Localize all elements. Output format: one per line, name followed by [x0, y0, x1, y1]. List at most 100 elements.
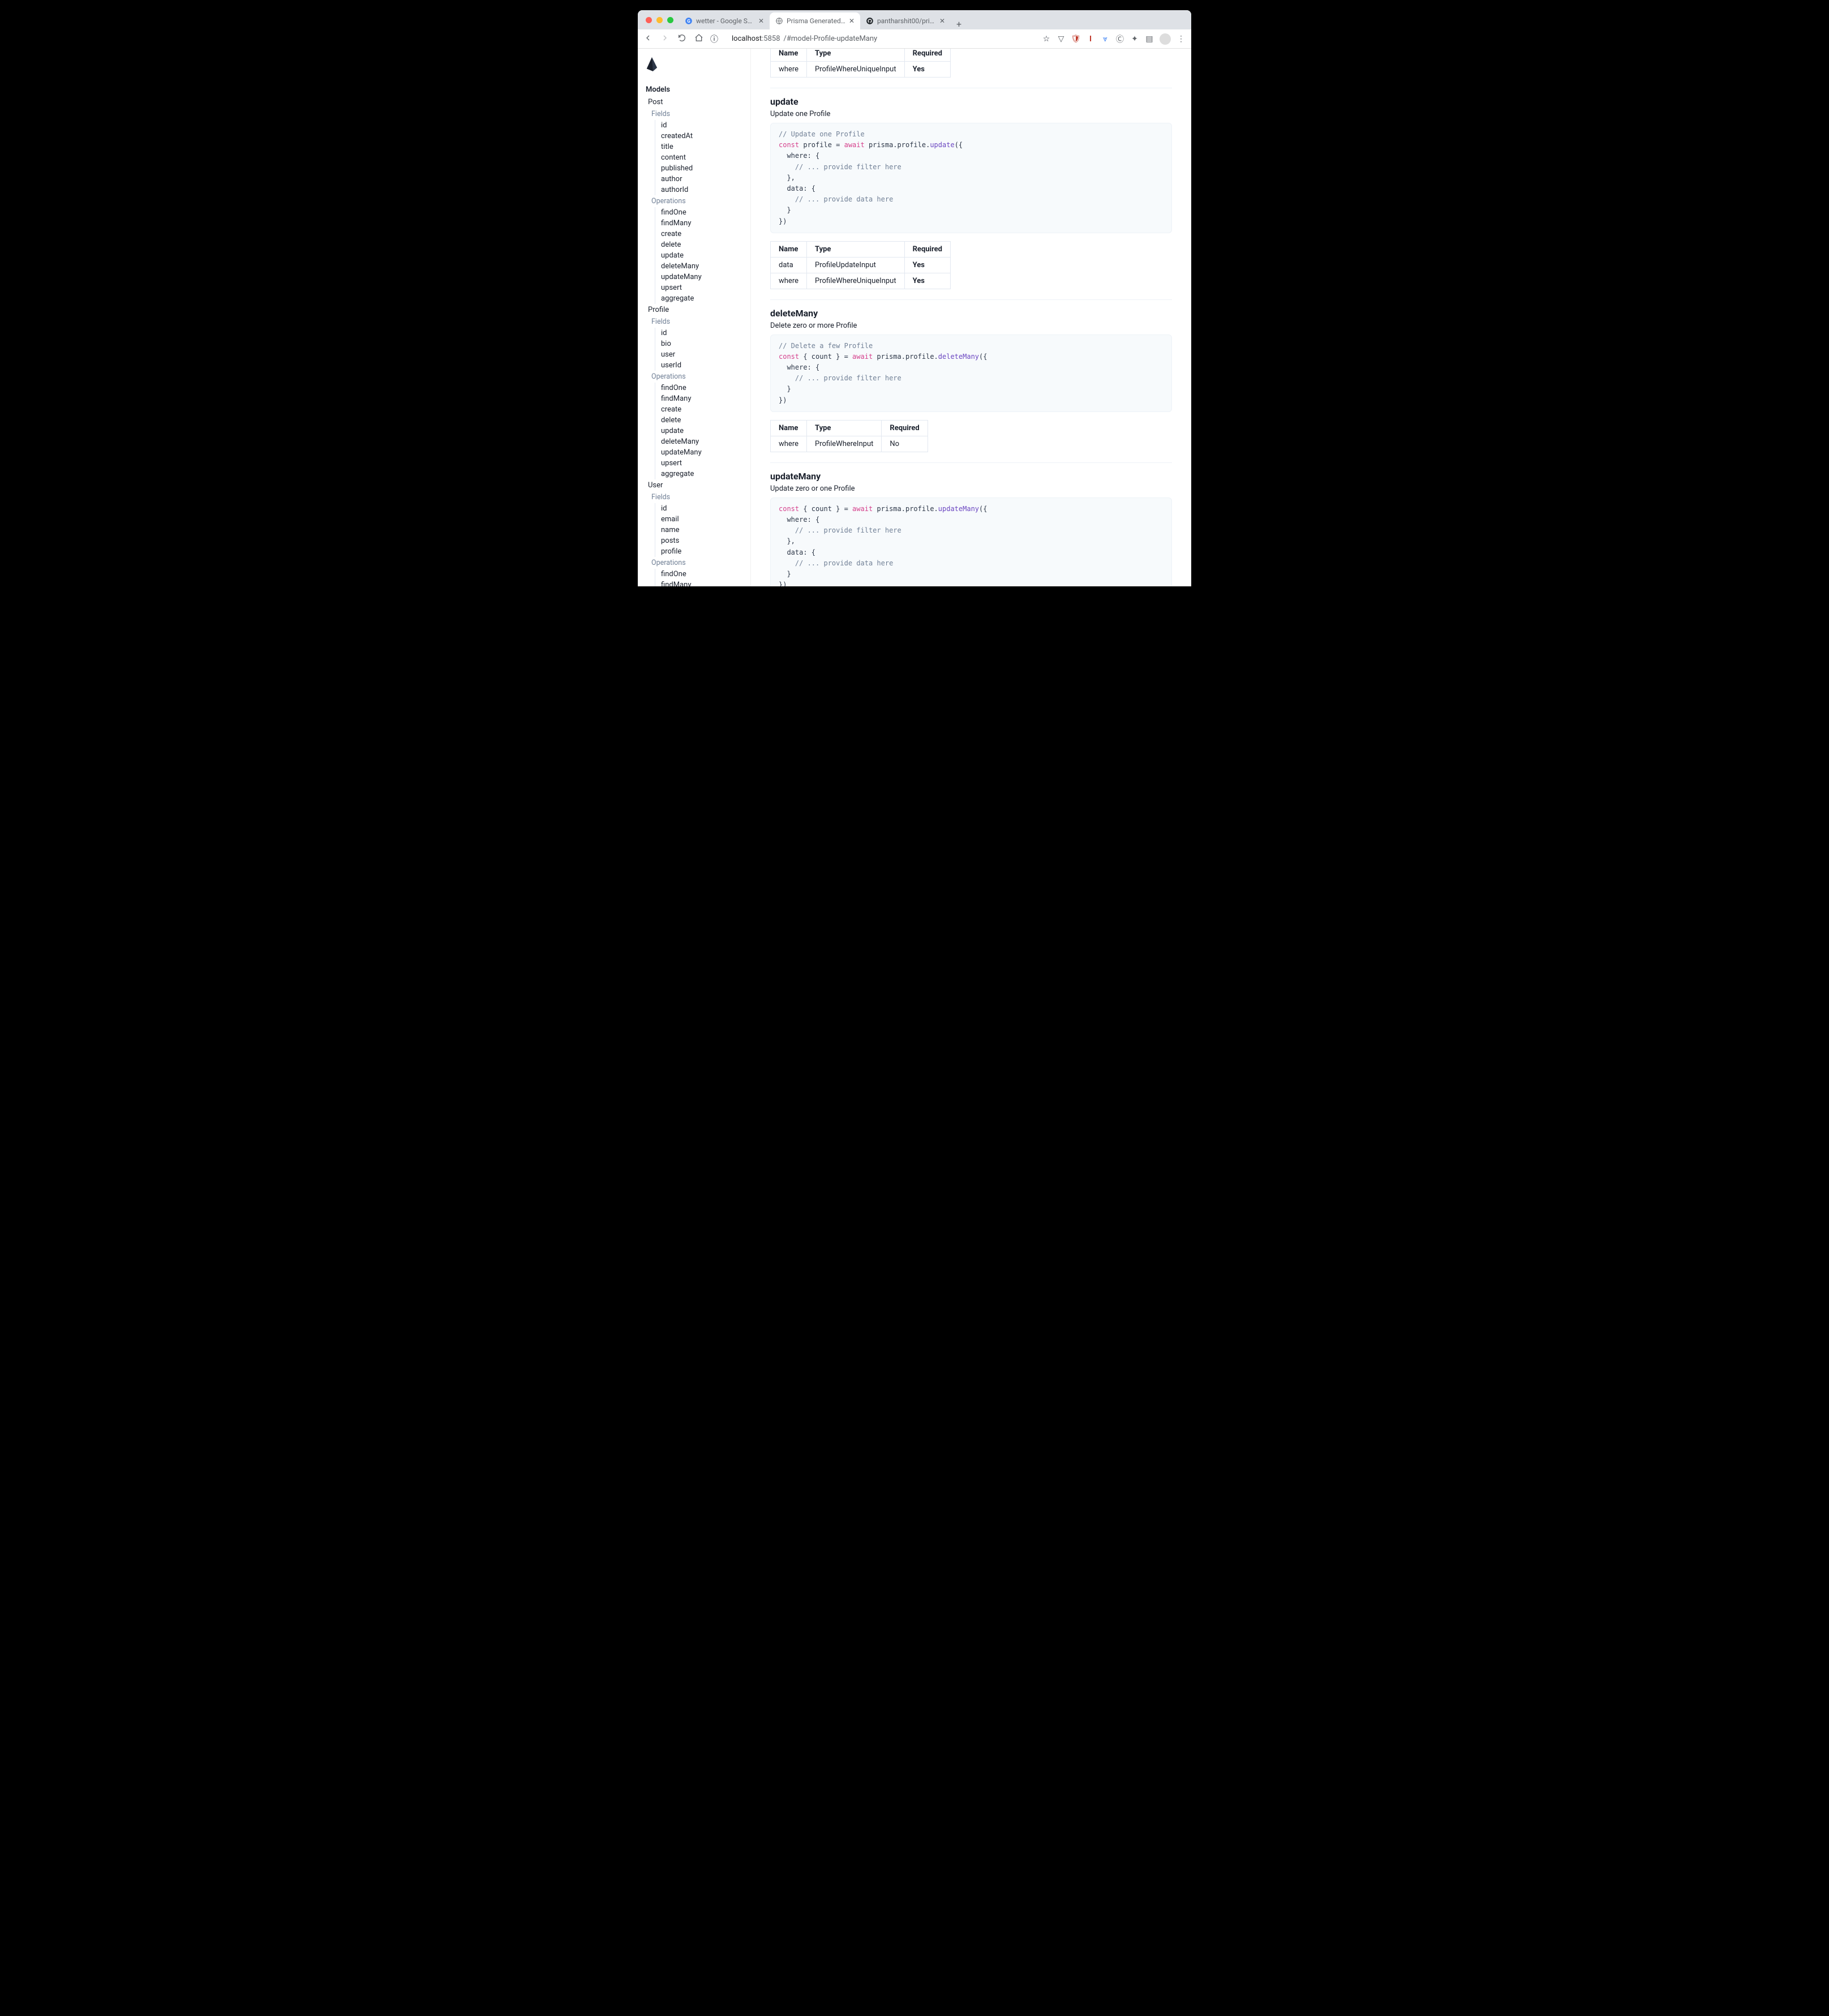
col-header: Type: [807, 241, 905, 257]
reading-list-icon[interactable]: ▤: [1145, 35, 1154, 44]
minimize-window[interactable]: [656, 17, 663, 23]
section-desc: Delete zero or more Profile: [770, 321, 1172, 330]
section-desc: Update zero or one Profile: [770, 484, 1172, 493]
field-id[interactable]: id: [655, 503, 750, 514]
close-tab-icon[interactable]: ✕: [939, 17, 945, 25]
op-update[interactable]: update: [655, 426, 750, 436]
op-aggregate[interactable]: aggregate: [655, 293, 750, 304]
op-findOne[interactable]: findOne: [655, 207, 750, 218]
field-id[interactable]: id: [655, 120, 750, 131]
code-block: const { count } = await prisma.profile.u…: [770, 497, 1172, 586]
op-findMany[interactable]: findMany: [655, 393, 750, 404]
op-create[interactable]: create: [655, 229, 750, 239]
section-deleteMany: deleteManyDelete zero or more Profile// …: [770, 308, 1172, 463]
forward-button[interactable]: [660, 33, 669, 45]
op-delete[interactable]: delete: [655, 415, 750, 426]
url-host: localhost:5858: [732, 35, 780, 43]
nav-buttons: [643, 33, 703, 45]
github-favicon-icon: [866, 17, 874, 25]
main-content[interactable]: NameTypeRequiredwhereProfileWhereUniqueI…: [751, 49, 1191, 586]
op-findMany[interactable]: findMany: [655, 580, 750, 586]
field-content[interactable]: content: [655, 152, 750, 163]
tab-google-search[interactable]: G wetter - Google Search ✕: [679, 12, 770, 29]
op-findMany[interactable]: findMany: [655, 218, 750, 229]
field-id[interactable]: id: [655, 328, 750, 338]
fields-heading[interactable]: Fields: [638, 491, 750, 503]
fields-heading[interactable]: Fields: [638, 316, 750, 328]
new-tab-button[interactable]: +: [951, 19, 967, 29]
close-window[interactable]: [646, 17, 652, 23]
op-findOne[interactable]: findOne: [655, 383, 750, 393]
omnibox[interactable]: localhost:5858/#model-Profile-updateMany: [725, 32, 1035, 46]
field-user[interactable]: user: [655, 349, 750, 360]
extension-v-icon[interactable]: ⩔: [1101, 35, 1110, 44]
op-update[interactable]: update: [655, 250, 750, 261]
tab-prisma-docs[interactable]: Prisma Generated Docs ✕: [770, 12, 860, 29]
col-header: Type: [807, 420, 882, 436]
tab-github-repo[interactable]: pantharshit00/prisma-docs-ge ✕: [860, 12, 951, 29]
globe-favicon-icon: [775, 17, 783, 25]
code-block: // Delete a few Profile const { count } …: [770, 334, 1172, 412]
site-info-icon[interactable]: ⓘ: [710, 33, 718, 45]
toolbar-icons: ☆ ▽ 🛡 I ⩔ Ⓒ ✦ ▤ ⋮: [1042, 33, 1186, 45]
close-tab-icon[interactable]: ✕: [849, 17, 855, 25]
field-author[interactable]: author: [655, 174, 750, 185]
prisma-logo[interactable]: [638, 54, 750, 83]
operations-heading[interactable]: Operations: [638, 557, 750, 569]
field-createdAt[interactable]: createdAt: [655, 131, 750, 141]
op-delete[interactable]: delete: [655, 239, 750, 250]
op-create[interactable]: create: [655, 404, 750, 415]
operations-heading[interactable]: Operations: [638, 371, 750, 383]
cell: where: [771, 436, 807, 452]
col-header: Type: [807, 49, 905, 62]
google-favicon-icon: G: [685, 17, 693, 25]
back-button[interactable]: [643, 33, 652, 45]
field-authorId[interactable]: authorId: [655, 185, 750, 195]
op-aggregate[interactable]: aggregate: [655, 469, 750, 479]
close-tab-icon[interactable]: ✕: [758, 17, 764, 25]
operations-heading[interactable]: Operations: [638, 195, 750, 207]
star-icon[interactable]: ☆: [1042, 35, 1051, 44]
sidebar[interactable]: Models PostFieldsidcreatedAttitlecontent…: [638, 49, 751, 586]
section-heading: updateMany: [770, 471, 1172, 482]
reload-button[interactable]: [677, 33, 686, 45]
op-updateMany[interactable]: updateMany: [655, 447, 750, 458]
field-title[interactable]: title: [655, 141, 750, 152]
menu-icon[interactable]: ⋮: [1177, 35, 1186, 44]
field-profile[interactable]: profile: [655, 546, 750, 557]
table-row: dataProfileUpdateInputYes: [771, 257, 951, 273]
op-findOne[interactable]: findOne: [655, 569, 750, 580]
model-user[interactable]: User: [638, 479, 750, 491]
ublock-icon[interactable]: 🛡: [1071, 35, 1080, 44]
field-published[interactable]: published: [655, 163, 750, 174]
extensions-icon[interactable]: ✦: [1130, 35, 1139, 44]
op-deleteMany[interactable]: deleteMany: [655, 261, 750, 272]
top-partial-section: NameTypeRequiredwhereProfileWhereUniqueI…: [770, 49, 1172, 88]
model-post[interactable]: Post: [638, 96, 750, 108]
op-upsert[interactable]: upsert: [655, 282, 750, 293]
op-deleteMany[interactable]: deleteMany: [655, 436, 750, 447]
maximize-window[interactable]: [667, 17, 673, 23]
cell: data: [771, 257, 807, 273]
model-profile[interactable]: Profile: [638, 304, 750, 316]
models-heading: Models: [638, 83, 750, 96]
col-header: Name: [771, 49, 807, 62]
field-posts[interactable]: posts: [655, 535, 750, 546]
field-email[interactable]: email: [655, 514, 750, 525]
extension-i-icon[interactable]: I: [1086, 35, 1095, 44]
window-controls: [643, 17, 679, 23]
pocket-icon[interactable]: ▽: [1057, 35, 1066, 44]
field-bio[interactable]: bio: [655, 338, 750, 349]
section-desc: Update one Profile: [770, 110, 1172, 118]
op-updateMany[interactable]: updateMany: [655, 272, 750, 282]
field-name[interactable]: name: [655, 525, 750, 535]
profile-avatar[interactable]: [1160, 33, 1171, 45]
field-userId[interactable]: userId: [655, 360, 750, 371]
op-upsert[interactable]: upsert: [655, 458, 750, 469]
section-updateMany: updateMany Update zero or one Profile cons…: [770, 471, 1172, 586]
tab-bar: G wetter - Google Search ✕ Prisma Genera…: [638, 10, 1191, 29]
fields-heading[interactable]: Fields: [638, 108, 750, 120]
home-button[interactable]: [694, 33, 703, 45]
extension-c-icon[interactable]: Ⓒ: [1115, 35, 1124, 44]
cell: ProfileWhereUniqueInput: [807, 273, 905, 289]
